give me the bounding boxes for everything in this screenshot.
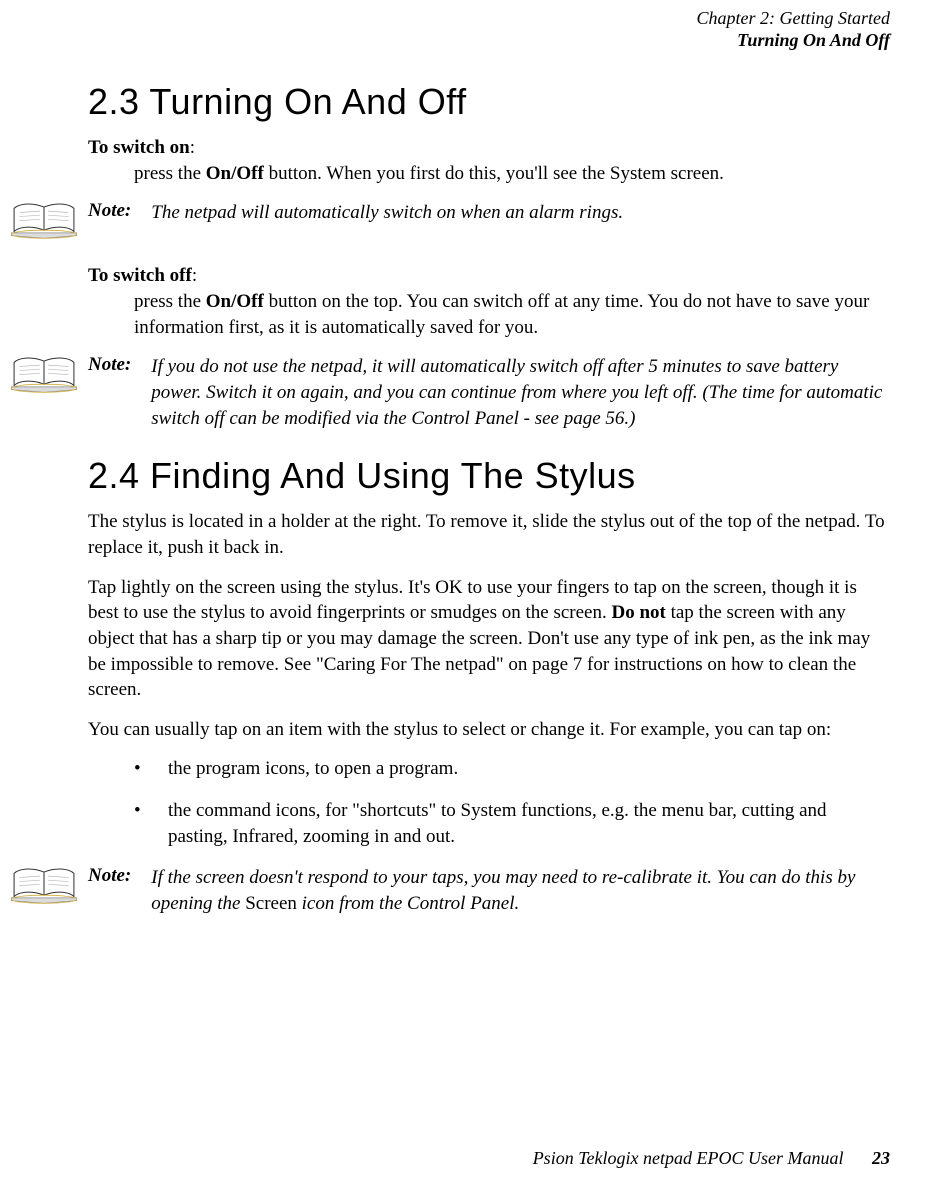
- page-header: Chapter 2: Getting Started Turning On An…: [0, 0, 930, 51]
- stylus-p3: You can usually tap on an item with the …: [88, 717, 890, 743]
- stylus-p1: The stylus is located in a holder at the…: [88, 509, 890, 560]
- switch-off-intro: To switch off: press the On/Off button o…: [88, 263, 890, 340]
- switch-off-pre: press the: [134, 291, 206, 312]
- footer-title: Psion Teklogix netpad EPOC User Manual: [533, 1148, 868, 1168]
- note-3: Note: If the screen doesn't respond to y…: [10, 865, 890, 916]
- switch-off-label: To switch off: [88, 265, 192, 286]
- bullet-list: the program icons, to open a program. th…: [88, 756, 890, 849]
- switch-on-intro: To switch on: press the On/Off button. W…: [88, 135, 890, 186]
- header-section: Turning On And Off: [0, 30, 890, 52]
- switch-off-bold: On/Off: [206, 291, 264, 312]
- list-item: the program icons, to open a program.: [134, 756, 890, 782]
- switch-on-pre: press the: [134, 163, 206, 184]
- note-1: Note: The netpad will automatically swit…: [10, 200, 890, 249]
- note-2: Note: If you do not use the netpad, it w…: [10, 354, 890, 431]
- heading-2-4: 2.4 Finding And Using The Stylus: [88, 455, 890, 497]
- switch-on-colon: :: [190, 137, 195, 158]
- note-3-b: Screen: [245, 893, 297, 914]
- switch-on-label: To switch on: [88, 137, 190, 158]
- header-chapter: Chapter 2: Getting Started: [0, 8, 890, 30]
- heading-2-3: 2.3 Turning On And Off: [88, 81, 890, 123]
- switch-on-post: button. When you first do this, you'll s…: [264, 163, 724, 184]
- switch-on-bold: On/Off: [206, 163, 264, 184]
- note-2-text: If you do not use the netpad, it will au…: [151, 354, 890, 431]
- note-3-text: If the screen doesn't respond to your ta…: [151, 865, 890, 916]
- note-2-label: Note:: [88, 354, 151, 376]
- list-item: the command icons, for "shortcuts" to Sy…: [134, 798, 890, 849]
- note-1-label: Note:: [88, 200, 151, 222]
- page-footer: Psion Teklogix netpad EPOC User Manual 2…: [533, 1148, 890, 1169]
- switch-off-colon: :: [192, 265, 197, 286]
- stylus-p2: Tap lightly on the screen using the styl…: [88, 575, 890, 703]
- book-icon: [10, 865, 82, 914]
- note-3-label: Note:: [88, 865, 151, 887]
- stylus-p2b: Do not: [611, 602, 665, 623]
- page-content: 2.3 Turning On And Off To switch on: pre…: [0, 51, 930, 916]
- note-1-text: The netpad will automatically switch on …: [151, 200, 623, 226]
- footer-page-number: 23: [872, 1148, 890, 1168]
- note-3-c: icon from the Control Panel.: [297, 893, 519, 914]
- book-icon: [10, 200, 82, 249]
- book-icon: [10, 354, 82, 403]
